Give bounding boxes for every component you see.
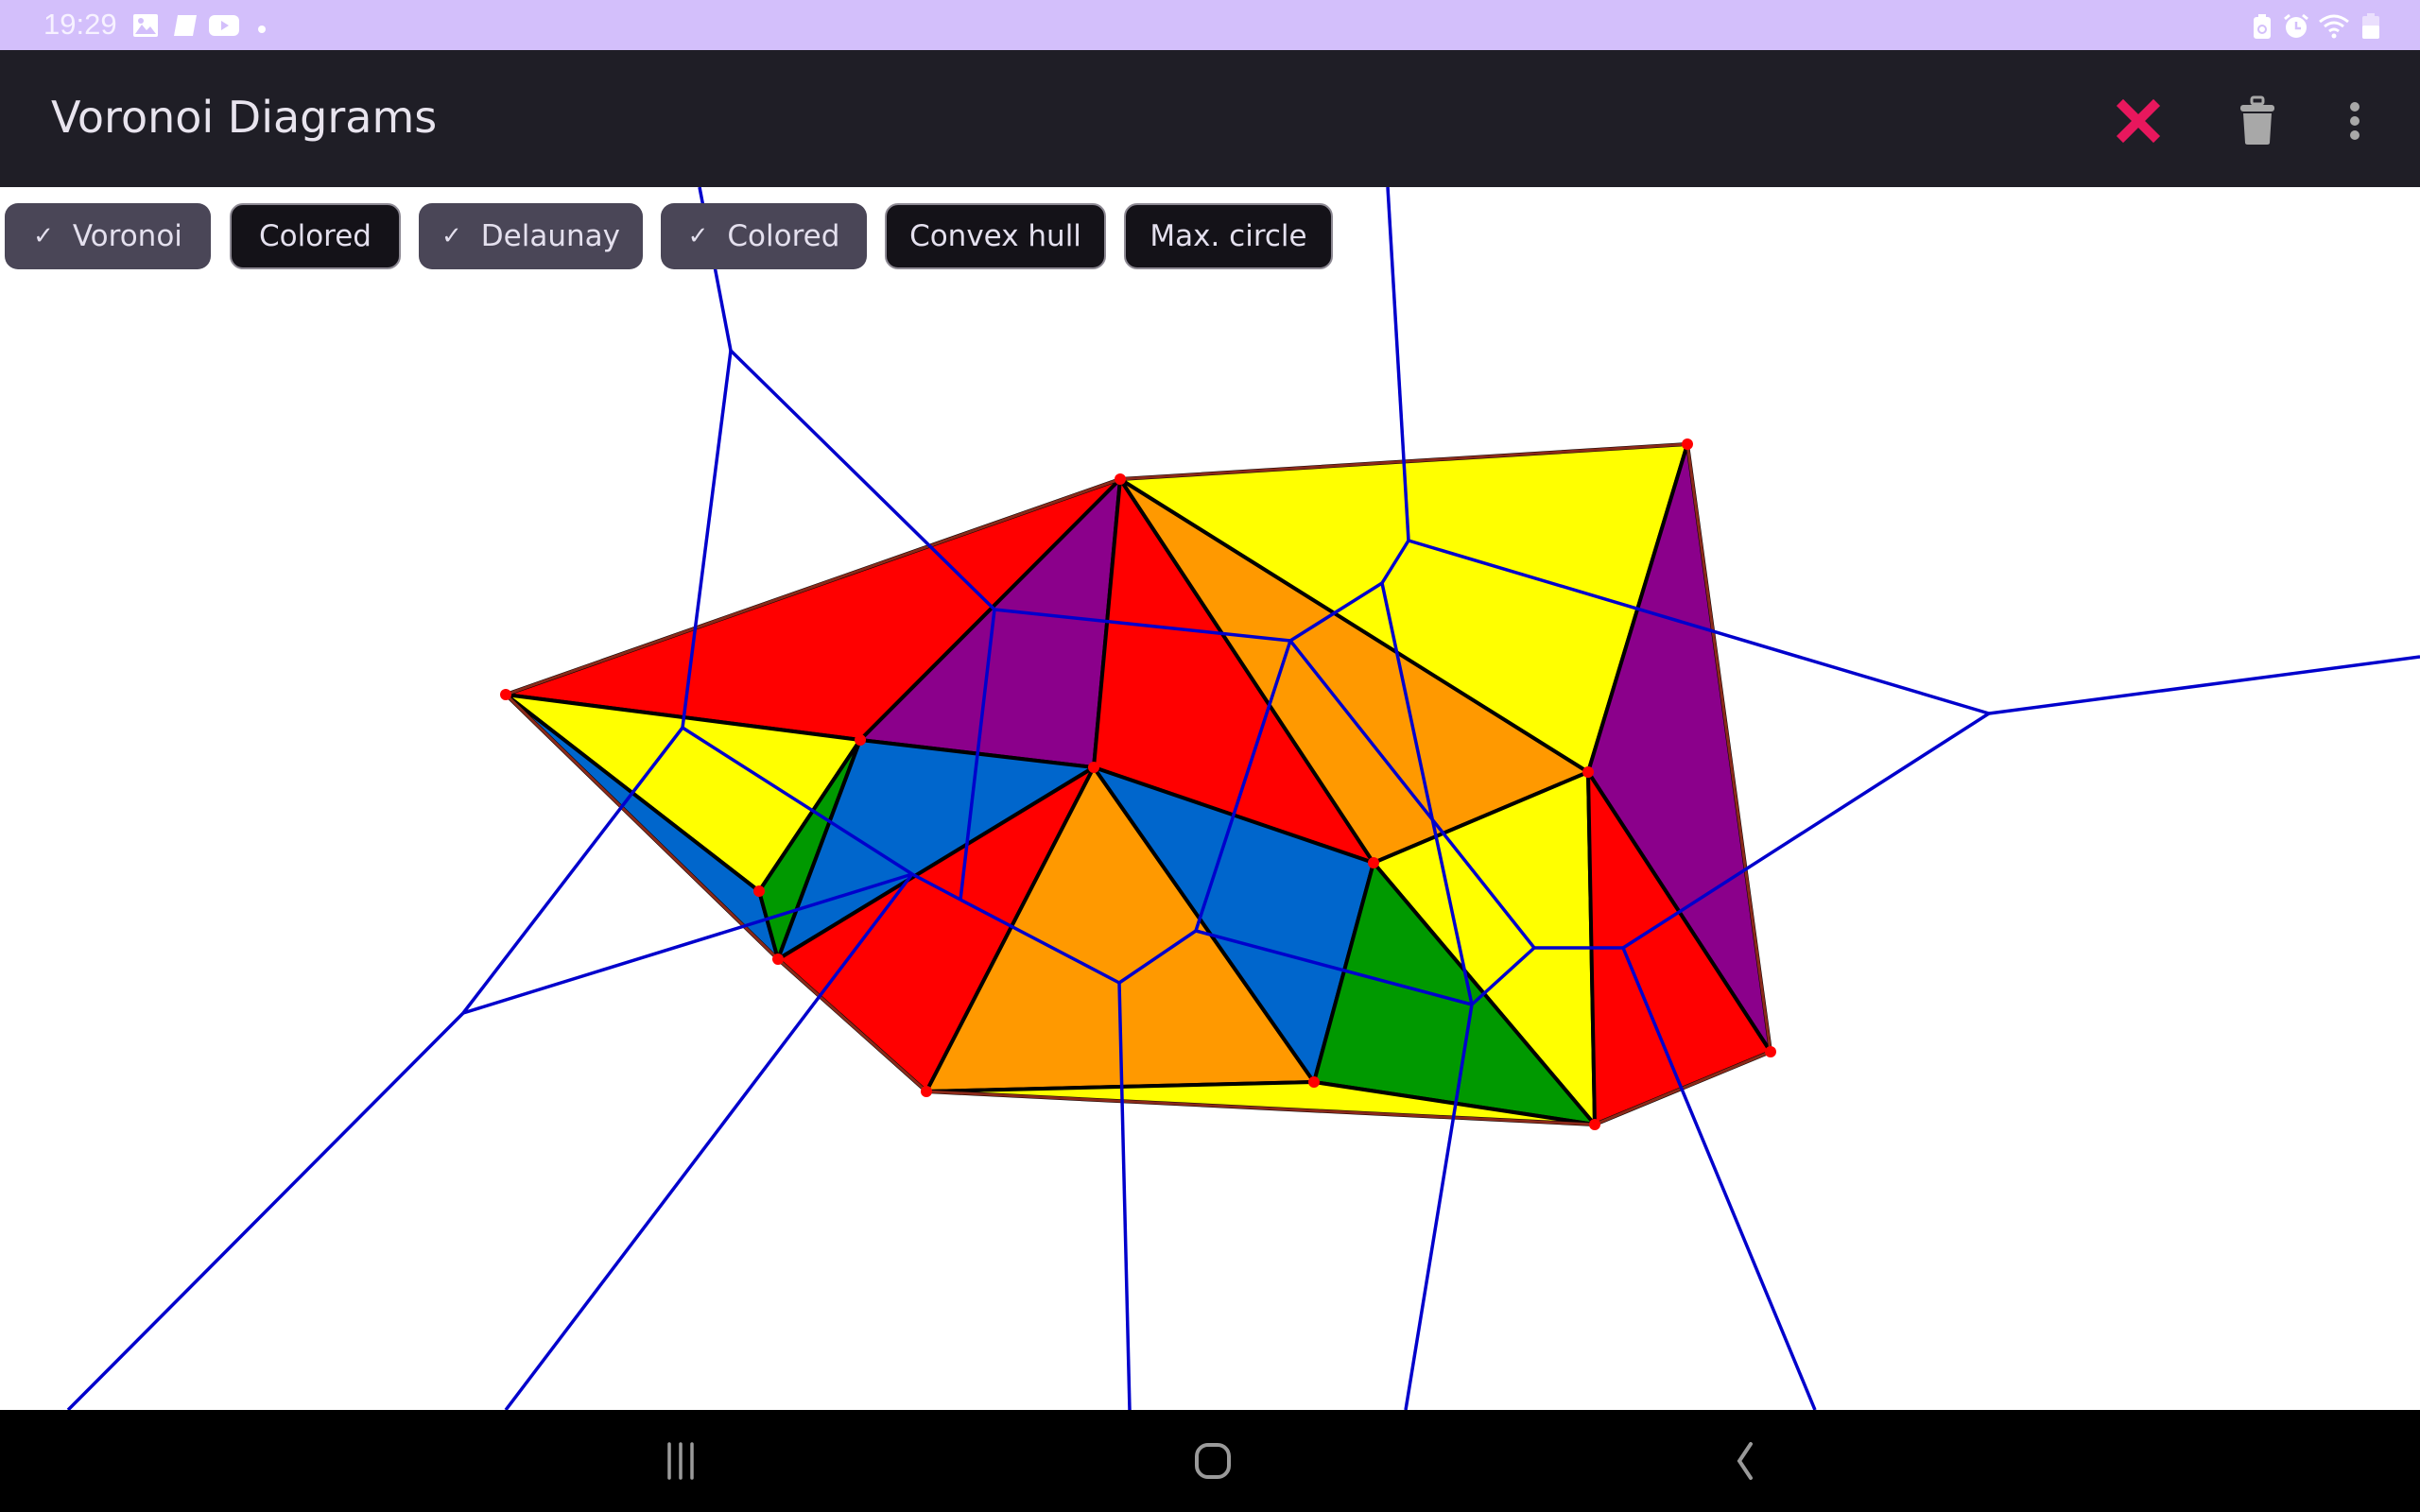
voronoi-ray [1988, 655, 2420, 715]
site-point-H [1368, 857, 1379, 868]
site-point-A [500, 689, 511, 700]
more-vert-icon [2350, 102, 2360, 140]
site-point-E [1115, 473, 1126, 485]
toggle-label: Voronoi [72, 219, 182, 253]
check-icon: ✓ [33, 222, 54, 250]
site-point-M [1765, 1046, 1776, 1057]
site-point-J [1582, 766, 1594, 778]
more-options-button[interactable] [2322, 88, 2388, 154]
battery-icon [2361, 13, 2380, 43]
diagram-canvas[interactable] [0, 187, 2420, 1410]
voronoi-ray [504, 872, 914, 1410]
messaging-icon [172, 13, 199, 42]
toggle-voronoi[interactable]: ✓ Voronoi [5, 203, 211, 269]
dot-icon [257, 20, 267, 38]
clear-button[interactable] [2105, 88, 2171, 154]
youtube-icon [208, 13, 240, 42]
voronoi-ray [66, 1011, 465, 1410]
recents-button[interactable] [638, 1431, 723, 1491]
check-icon: ✓ [687, 222, 709, 250]
site-point-D [772, 954, 784, 965]
home-button[interactable] [1170, 1431, 1255, 1491]
delete-button[interactable] [2224, 88, 2290, 154]
toggle-label: Delaunay [480, 219, 620, 253]
toggle-delaunay-colored[interactable]: ✓ Colored [661, 203, 867, 269]
toggle-label: Convex hull [909, 219, 1081, 253]
site-point-B [855, 734, 866, 746]
back-button[interactable] [1703, 1431, 1788, 1491]
voronoi-delaunay-diagram[interactable] [0, 187, 2420, 1410]
toggle-label: Colored [727, 219, 840, 253]
site-point-I [1308, 1076, 1320, 1088]
voronoi-edge [461, 726, 684, 1015]
toggle-max-circle[interactable]: Max. circle [1124, 203, 1333, 269]
toggle-label: Colored [258, 219, 372, 253]
site-point-K [1682, 438, 1693, 450]
toggle-convex-hull[interactable]: Convex hull [885, 203, 1106, 269]
back-icon [1737, 1442, 1753, 1480]
wifi-icon [2318, 13, 2350, 43]
gallery-icon [132, 13, 159, 42]
site-point-L [1589, 1119, 1600, 1130]
page-title: Voronoi Diagrams [51, 92, 438, 143]
delaunay-triangles [504, 442, 1772, 1126]
site-point-G [921, 1086, 932, 1097]
app-bar: Voronoi Diagrams [0, 50, 2420, 187]
toggle-label: Max. circle [1150, 219, 1307, 253]
status-bar: 19:29 [0, 0, 2420, 50]
system-nav-bar [0, 1410, 2420, 1512]
close-x-icon [2116, 98, 2161, 144]
battery-saver-icon [2252, 13, 2273, 43]
check-icon: ✓ [441, 222, 462, 250]
recents-icon [667, 1442, 694, 1480]
site-point-C [753, 885, 765, 897]
status-time: 19:29 [43, 8, 117, 41]
alarm-icon [2282, 13, 2310, 43]
toggle-voronoi-colored[interactable]: Colored [230, 203, 401, 269]
site-point-F [1088, 762, 1099, 773]
toggle-delaunay[interactable]: ✓ Delaunay [419, 203, 643, 269]
trash-icon [2240, 95, 2274, 145]
home-icon [1195, 1443, 1231, 1479]
